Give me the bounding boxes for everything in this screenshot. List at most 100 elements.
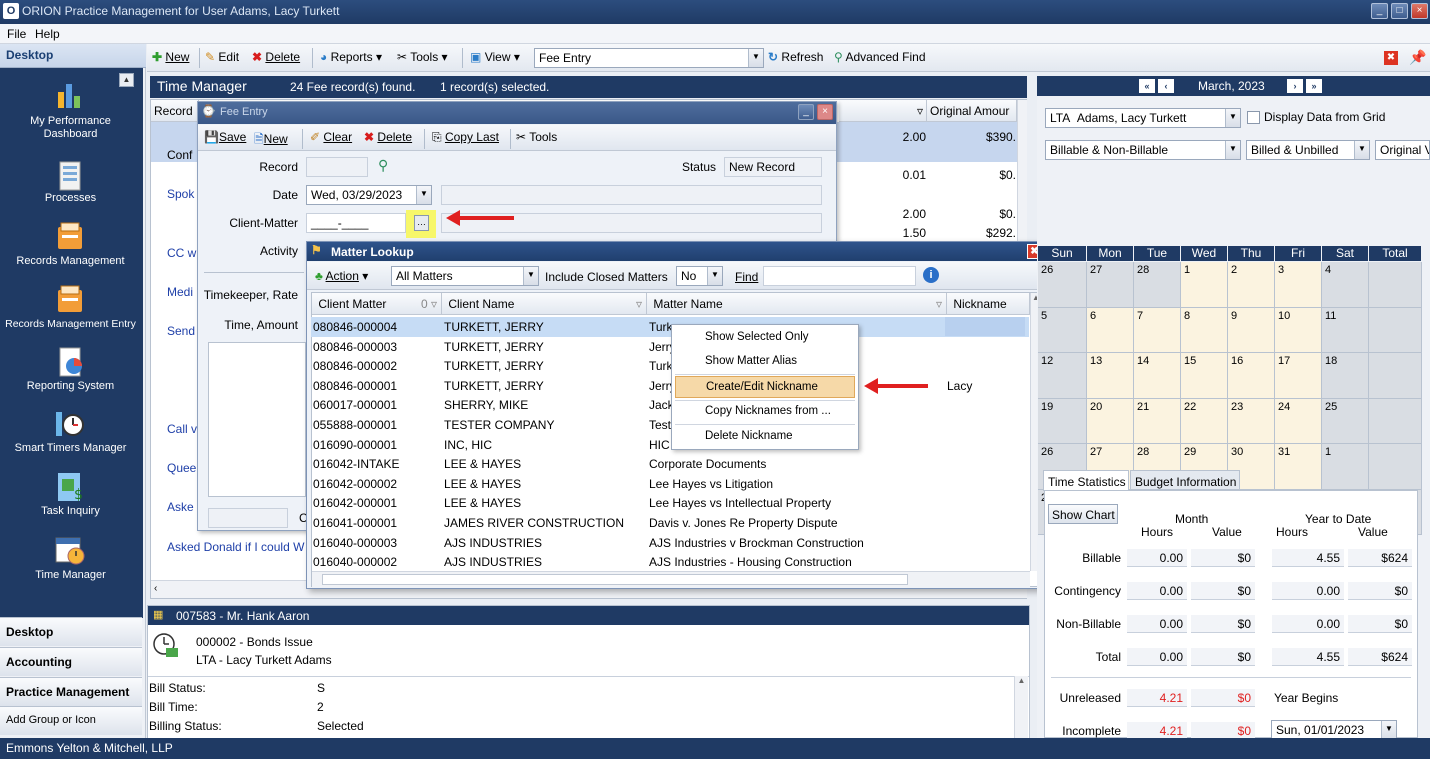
calendar-day[interactable]: 4: [1322, 262, 1369, 308]
grid-row[interactable]: Send: [167, 324, 195, 338]
calendar-day[interactable]: 25: [1322, 398, 1369, 444]
client-matter-field[interactable]: ____-____: [306, 213, 406, 233]
time-manager-icon[interactable]: [52, 534, 88, 566]
calendar-day[interactable]: 6: [1087, 307, 1134, 353]
calendar-day[interactable]: 21: [1134, 398, 1181, 444]
client-matter-lookup-button[interactable]: …: [414, 215, 429, 231]
records-management-entry-icon[interactable]: [52, 284, 88, 316]
nav-group-accounting[interactable]: Accounting: [0, 647, 142, 676]
menu-show-selected-only[interactable]: Show Selected Only: [675, 327, 855, 349]
lookup-row[interactable]: 016040-000003 AJS INDUSTRIES AJS Industrie…: [311, 533, 1029, 553]
lookup-row[interactable]: 055888-000001 TESTER COMPANY Test: [311, 415, 1029, 435]
calendar-day[interactable]: 26: [1038, 262, 1087, 308]
calendar-day[interactable]: 12: [1038, 353, 1087, 399]
col-filter[interactable]: ▿: [839, 100, 927, 122]
menu-file[interactable]: File: [7, 27, 26, 41]
delete-button[interactable]: ✖ Delete: [252, 50, 300, 64]
lookup-row[interactable]: 080846-000002 TURKETT, JERRY Turk: [311, 356, 1029, 376]
nav-time-manager[interactable]: Time Manager: [0, 569, 141, 582]
close-button[interactable]: ×: [1411, 3, 1428, 19]
calendar-day[interactable]: 24: [1275, 398, 1322, 444]
collapse-icon[interactable]: ▲: [119, 73, 134, 87]
grid-row[interactable]: Conf: [167, 148, 192, 162]
nav-group-practice-management[interactable]: Practice Management: [0, 677, 142, 706]
calendar-day[interactable]: 3: [1275, 262, 1322, 308]
dashboard-icon[interactable]: [52, 78, 88, 110]
nav-my-performance-dashboard[interactable]: My Performance Dashboard: [0, 115, 141, 141]
calendar-day[interactable]: 2: [1228, 262, 1275, 308]
maximize-button[interactable]: □: [1391, 3, 1408, 19]
calendar-day[interactable]: 5: [1038, 307, 1087, 353]
grid-row[interactable]: Aske: [167, 500, 194, 514]
record-field[interactable]: [306, 157, 368, 177]
reports-button[interactable]: ◕ Reports ▾: [320, 50, 382, 64]
grid-row[interactable]: Call v: [167, 422, 197, 436]
calendar-day[interactable]: 17: [1275, 353, 1322, 399]
calendar-day[interactable]: 23: [1228, 398, 1275, 444]
menu-show-matter-alias[interactable]: Show Matter Alias: [675, 351, 855, 373]
calendar-day[interactable]: 7: [1134, 307, 1181, 353]
narrative-textarea[interactable]: [208, 342, 306, 497]
nav-smart-timers-manager[interactable]: Smart Timers Manager: [0, 442, 141, 455]
grid-row[interactable]: Asked Donald if I could W: [167, 540, 304, 554]
menu-create-edit-nickname[interactable]: Create/Edit Nickname: [675, 376, 855, 398]
fee-new-button[interactable]: 🗎New: [254, 130, 288, 151]
calendar-day[interactable]: 28: [1134, 262, 1181, 308]
calendar-day[interactable]: 8: [1181, 307, 1228, 353]
calendar-day[interactable]: 1: [1322, 444, 1369, 490]
tools-button[interactable]: ✂ Tools ▾: [397, 50, 448, 64]
lookup-row[interactable]: 080846-000003 TURKETT, JERRY Jerry: [311, 337, 1029, 357]
nav-records-management-entry[interactable]: Records Management Entry: [0, 318, 141, 331]
lookup-row[interactable]: 016040-000002 AJS INDUSTRIES AJS Industrie…: [311, 552, 1029, 572]
grid-row[interactable]: Spok: [167, 187, 194, 201]
lookup-row[interactable]: 016042-INTAKE LEE & HAYES Corporate Docume…: [311, 454, 1029, 474]
details-scrollbar[interactable]: ▲: [1014, 676, 1028, 738]
bottom-field[interactable]: [208, 508, 288, 528]
calendar-day[interactable]: 13: [1087, 353, 1134, 399]
menu-help[interactable]: Help: [35, 27, 60, 41]
fee-minimize-button[interactable]: _: [798, 104, 814, 120]
stats-tab-budget[interactable]: Budget Information: [1130, 470, 1240, 490]
col-record[interactable]: Record: [151, 100, 199, 122]
reporting-system-icon[interactable]: [52, 346, 88, 378]
nav-group-add[interactable]: Add Group or Icon: [0, 706, 142, 735]
nav-processes[interactable]: Processes: [0, 192, 141, 205]
grid-row[interactable]: Quee: [167, 461, 196, 475]
nav-records-management[interactable]: Records Management: [0, 255, 141, 268]
new-button[interactable]: ✚ New: [152, 50, 189, 64]
smart-timers-icon[interactable]: [52, 408, 88, 440]
close-panel-icon[interactable]: ✖: [1384, 51, 1398, 65]
pin-icon[interactable]: 📌: [1409, 49, 1426, 66]
year-begins-select[interactable]: Sun, 01/01/2023 ▼: [1271, 720, 1397, 740]
calendar-day[interactable]: 10: [1275, 307, 1322, 353]
view-button[interactable]: ▣ View ▾: [470, 50, 520, 64]
menu-copy-nicknames[interactable]: Copy Nicknames from ...: [675, 401, 855, 423]
lookup-row[interactable]: 016042-000001 LEE & HAYES Lee Hayes vs Int…: [311, 493, 1029, 513]
calendar-day[interactable]: 31: [1275, 444, 1322, 490]
processes-icon[interactable]: [52, 160, 88, 192]
calendar-day[interactable]: 27: [1087, 262, 1134, 308]
records-management-icon[interactable]: [52, 221, 88, 253]
grid-row[interactable]: Medi: [167, 285, 193, 299]
col-original-amount[interactable]: Original Amour: [927, 100, 1017, 122]
lookup-row[interactable]: 060017-000001 SHERRY, MIKE Jack: [311, 395, 1029, 415]
calendar-day[interactable]: 18: [1322, 353, 1369, 399]
menu-delete-nickname[interactable]: Delete Nickname: [675, 426, 855, 448]
grid-row[interactable]: CC w: [167, 246, 196, 260]
calendar-day[interactable]: 11: [1322, 307, 1369, 353]
calendar-day[interactable]: 19: [1038, 398, 1087, 444]
calendar-day[interactable]: 15: [1181, 353, 1228, 399]
task-inquiry-icon[interactable]: $: [52, 471, 88, 503]
calendar-day[interactable]: 14: [1134, 353, 1181, 399]
nav-reporting-system[interactable]: Reporting System: [0, 380, 141, 393]
fee-close-button[interactable]: ×: [817, 104, 833, 120]
record-search-icon[interactable]: ⚲: [378, 157, 388, 174]
edit-button[interactable]: ✎ Edit: [205, 50, 239, 64]
view-select[interactable]: Fee Entry ▼: [534, 48, 764, 68]
nav-task-inquiry[interactable]: Task Inquiry: [0, 505, 141, 518]
date-field[interactable]: Wed, 03/29/2023 ▼: [306, 185, 432, 205]
minimize-button[interactable]: _: [1371, 3, 1388, 19]
lookup-row[interactable]: 016042-000002 LEE & HAYES Lee Hayes vs Lit…: [311, 474, 1029, 494]
calendar-day[interactable]: 1: [1181, 262, 1228, 308]
lookup-row[interactable]: 016041-000001 JAMES RIVER CONSTRUCTION Dav…: [311, 513, 1029, 533]
